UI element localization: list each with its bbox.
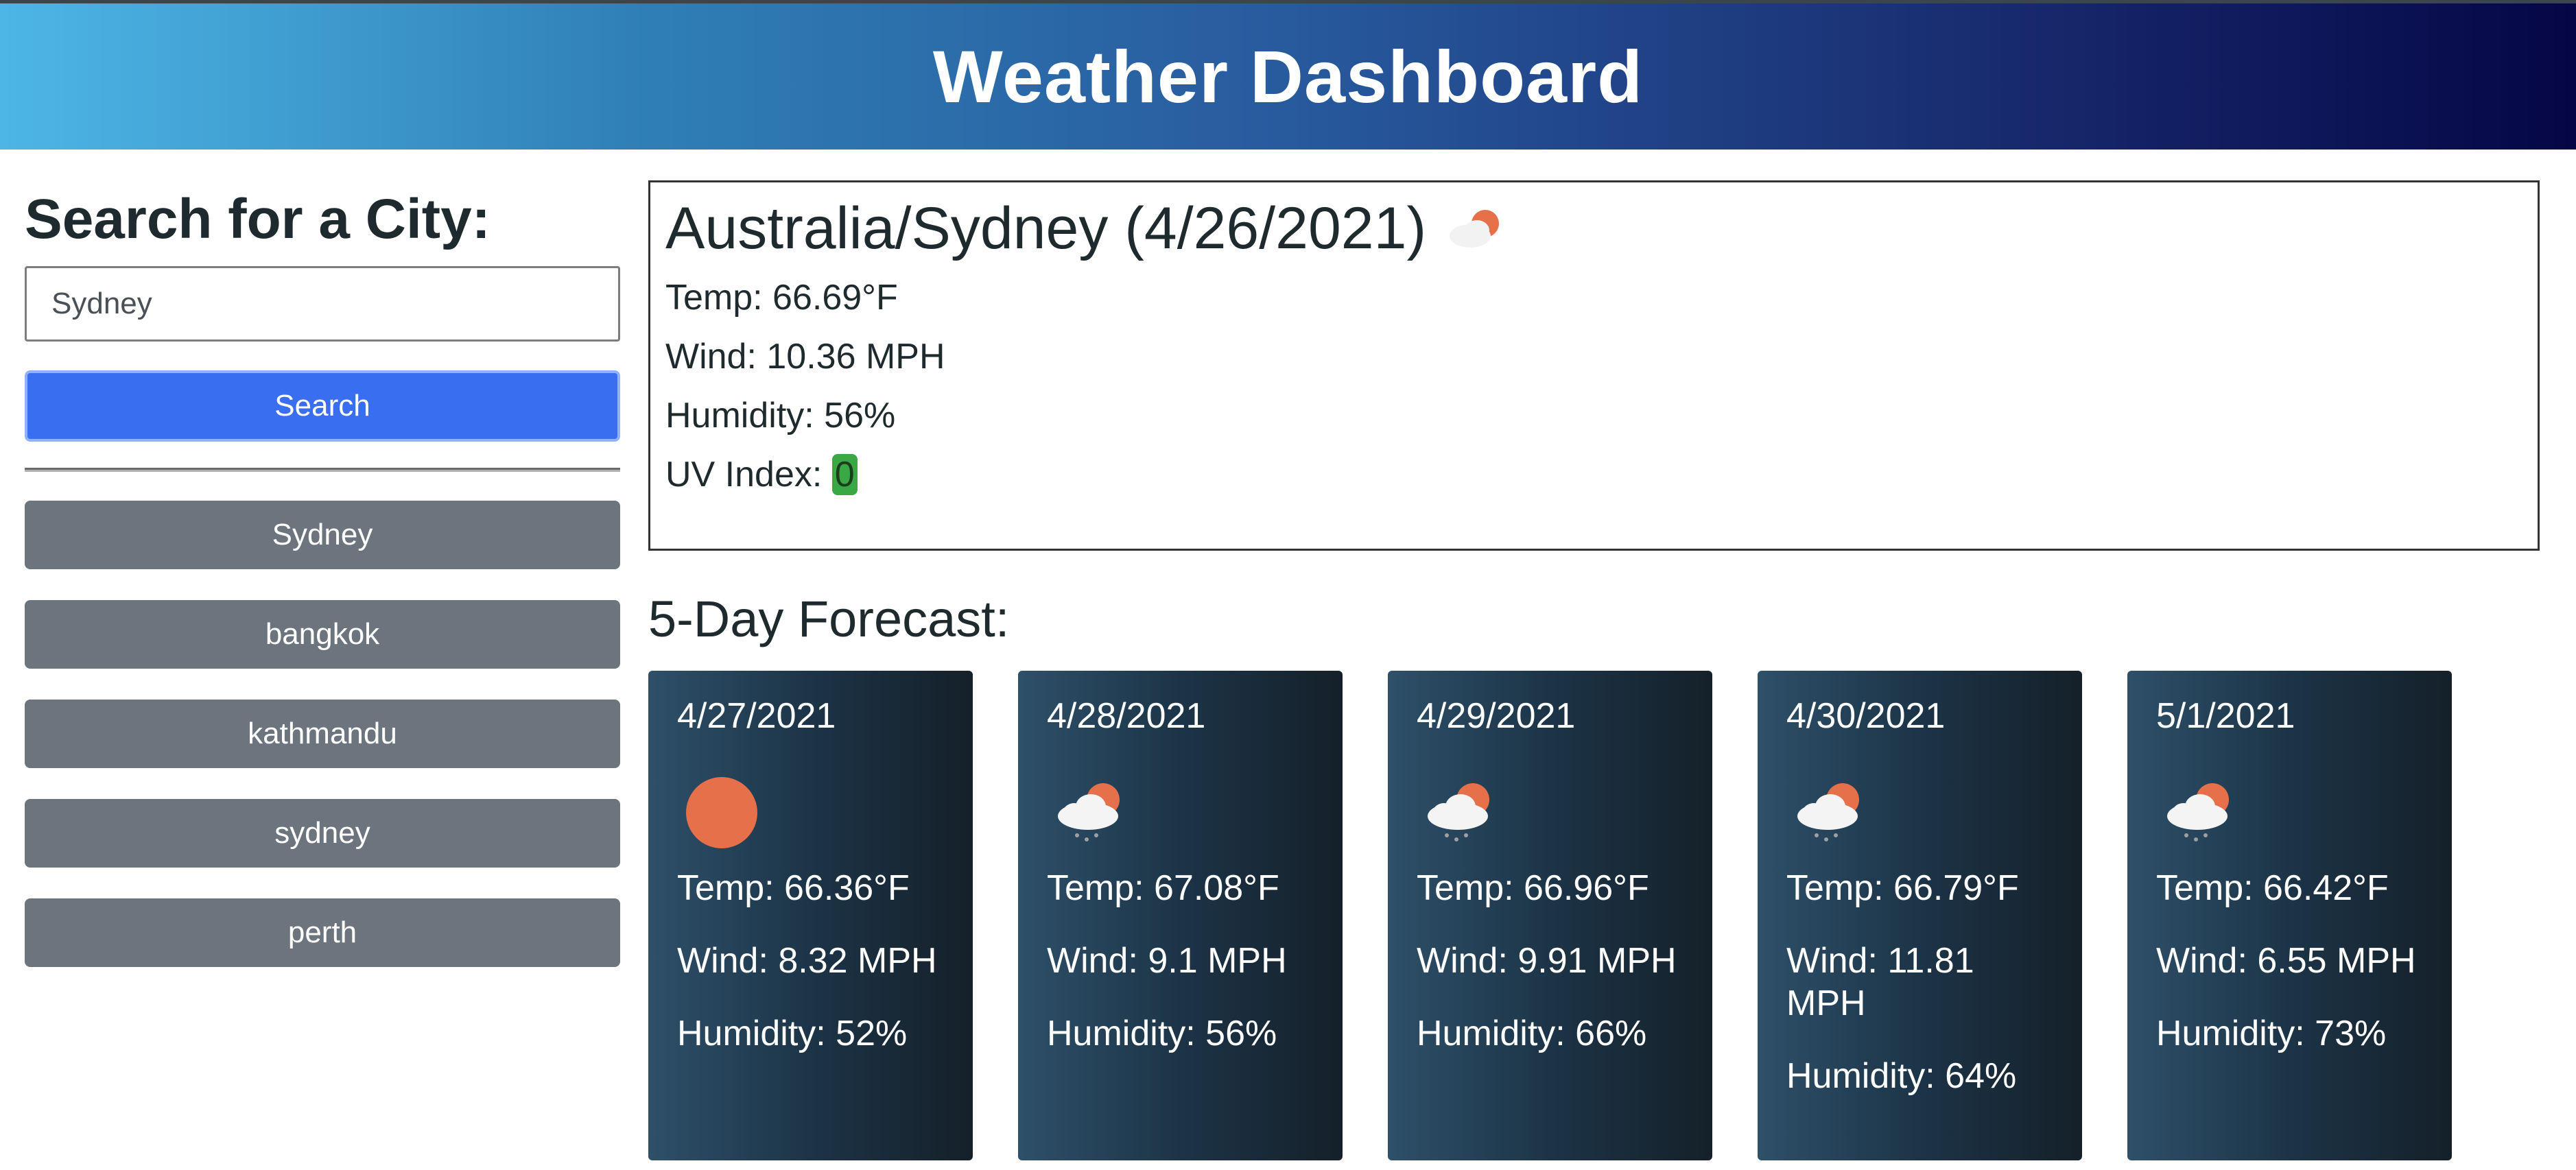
forecast-humidity: Humidity: 52% xyxy=(677,1014,908,1053)
forecast-temp: Temp: 66.79°F xyxy=(1786,868,2019,908)
current-humidity: Humidity: 56% xyxy=(665,396,896,435)
current-city-title: Australia/Sydney (4/26/2021) xyxy=(665,195,1427,261)
forecast-humidity: Humidity: 56% xyxy=(1047,1014,1277,1053)
page-title: Weather Dashboard xyxy=(932,35,1644,118)
forecast-date: 4/28/2021 xyxy=(1047,696,1206,736)
current-wind: Wind: 10.36 MPH xyxy=(665,337,945,377)
forecast-humidity: Humidity: 73% xyxy=(2156,1014,2387,1053)
forecast-date: 4/30/2021 xyxy=(1786,696,1946,736)
forecast-humidity: Humidity: 66% xyxy=(1417,1014,1647,1053)
history-button-sydney[interactable]: Sydney xyxy=(25,501,620,569)
sidebar-divider xyxy=(25,468,620,472)
history-button-perth[interactable]: perth xyxy=(25,898,620,967)
rain-cloud-sun-icon xyxy=(1417,768,1506,857)
forecast-wind: Wind: 11.81 MPH xyxy=(1786,941,1974,1023)
rain-cloud-sun-icon xyxy=(1786,768,1876,857)
few-clouds-day-icon xyxy=(1444,195,1513,263)
forecast-card: 4/27/2021 Temp: 66.36°F Wind: 8.32 MPH H… xyxy=(648,671,973,1160)
forecast-cards: 4/27/2021 Temp: 66.36°F Wind: 8.32 MPH H… xyxy=(648,671,2497,1160)
forecast-temp: Temp: 67.08°F xyxy=(1047,868,1279,908)
current-weather-panel: Australia/Sydney (4/26/2021) Temp: 66.69… xyxy=(648,180,2540,551)
app-header: Weather Dashboard xyxy=(0,0,2576,150)
search-sidebar: Search for a City: Search Sydney bangkok… xyxy=(25,185,620,998)
rain-cloud-sun-icon xyxy=(1047,768,1136,857)
forecast-temp: Temp: 66.42°F xyxy=(2156,868,2389,908)
uv-index-badge: 0 xyxy=(831,454,858,495)
forecast-card: 4/30/2021 Temp: 66.79°F Wind: 11.81 MPH … xyxy=(1758,671,2082,1160)
forecast-temp: Temp: 66.36°F xyxy=(677,868,910,908)
forecast-wind: Wind: 9.91 MPH xyxy=(1417,941,1677,981)
current-temp: Temp: 66.69°F xyxy=(665,278,898,318)
forecast-card: 5/1/2021 Temp: 66.42°F Wind: 6.55 MPH Hu… xyxy=(2127,671,2452,1160)
history-button-kathmandu[interactable]: kathmandu xyxy=(25,700,620,768)
city-search-input[interactable] xyxy=(25,266,620,342)
current-uv-index: UV Index: 0 xyxy=(665,445,2522,504)
forecast-date: 4/27/2021 xyxy=(677,696,836,736)
forecast-date: 4/29/2021 xyxy=(1417,696,1576,736)
forecast-wind: Wind: 6.55 MPH xyxy=(2156,941,2416,981)
forecast-heading: 5-Day Forecast: xyxy=(648,590,1010,647)
history-button-sydney-lower[interactable]: sydney xyxy=(25,799,620,868)
sun-icon xyxy=(677,768,766,857)
rain-cloud-sun-icon xyxy=(2156,768,2245,857)
forecast-humidity: Humidity: 64% xyxy=(1786,1056,2017,1096)
forecast-card: 4/29/2021 Temp: 66.96°F Wind: 9.91 MPH H… xyxy=(1388,671,1712,1160)
history-button-bangkok[interactable]: bangkok xyxy=(25,600,620,669)
search-history-list: Sydney bangkok kathmandu sydney perth xyxy=(25,501,620,967)
search-heading: Search for a City: xyxy=(25,188,491,250)
forecast-wind: Wind: 8.32 MPH xyxy=(677,941,937,981)
forecast-date: 5/1/2021 xyxy=(2156,696,2295,736)
search-button[interactable]: Search xyxy=(25,370,620,442)
forecast-wind: Wind: 9.1 MPH xyxy=(1047,941,1287,981)
forecast-temp: Temp: 66.96°F xyxy=(1417,868,1649,908)
forecast-card: 4/28/2021 Temp: 67.08°F Wind: 9.1 MPH Hu… xyxy=(1018,671,1343,1160)
uv-index-label: UV Index: xyxy=(665,455,823,494)
